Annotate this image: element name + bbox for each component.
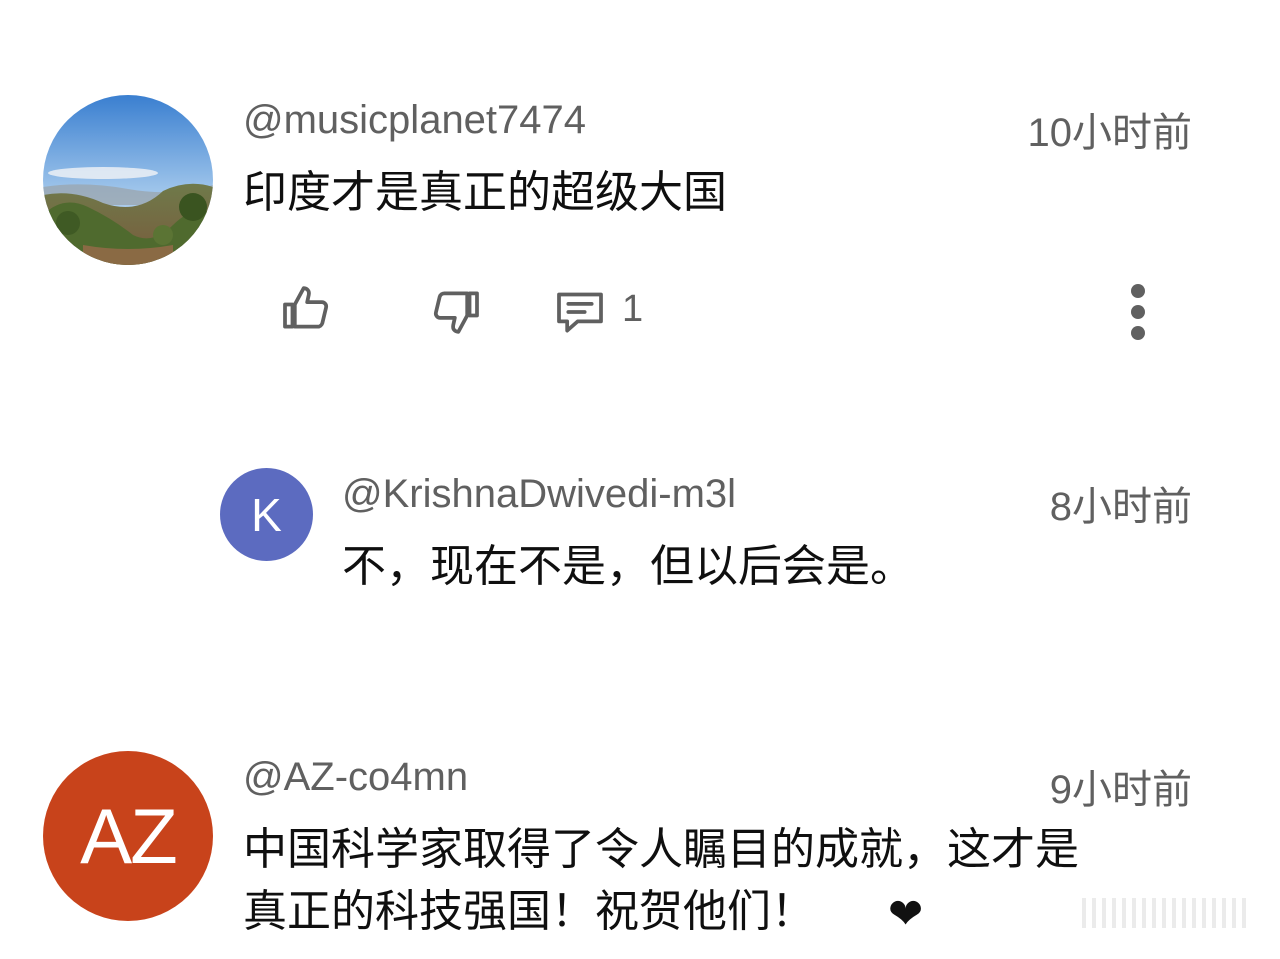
user-avatar[interactable]: K: [220, 468, 313, 561]
more-vertical-dot: [1131, 326, 1145, 340]
comment-text: 印度才是真正的超级大国: [243, 167, 727, 218]
avatar-letter: AZ: [80, 791, 178, 880]
more-vertical-dot: [1131, 305, 1145, 319]
comment-author-handle[interactable]: @musicplanet7474: [243, 98, 586, 143]
comment-icon: [557, 292, 603, 333]
user-avatar[interactable]: AZ: [43, 751, 213, 921]
thumbs-up-icon: [283, 286, 329, 329]
reply-count[interactable]: 1: [622, 288, 643, 331]
more-options-button[interactable]: [1118, 280, 1158, 344]
comment-timestamp: 8小时前: [1049, 485, 1192, 529]
avatar-letter: K: [251, 488, 282, 541]
thumbs-down-icon: [433, 291, 479, 334]
comment-timestamp: 9小时前: [1049, 768, 1192, 812]
like-button[interactable]: [278, 280, 334, 336]
comment-author-handle[interactable]: @AZ-co4mn: [243, 755, 468, 800]
comment-text-line: 真正的科技强国！祝贺他们！: [243, 886, 815, 937]
dislike-button[interactable]: [428, 284, 484, 340]
comment-text: 不，现在不是，但以后会是。: [342, 541, 914, 592]
comment-text-line: 中国科学家取得了令人瞩目的成就，这才是: [243, 824, 1079, 875]
landscape-photo-avatar: [43, 95, 213, 265]
heart-emoji: ❤: [888, 889, 924, 938]
watermark: [1082, 898, 1258, 934]
user-avatar[interactable]: [43, 95, 213, 265]
comment-author-handle[interactable]: @KrishnaDwivedi-m3l: [342, 472, 736, 517]
comment-timestamp: 10小时前: [1027, 111, 1193, 155]
more-vertical-icon: [1131, 284, 1145, 298]
reply-button[interactable]: [551, 284, 609, 340]
